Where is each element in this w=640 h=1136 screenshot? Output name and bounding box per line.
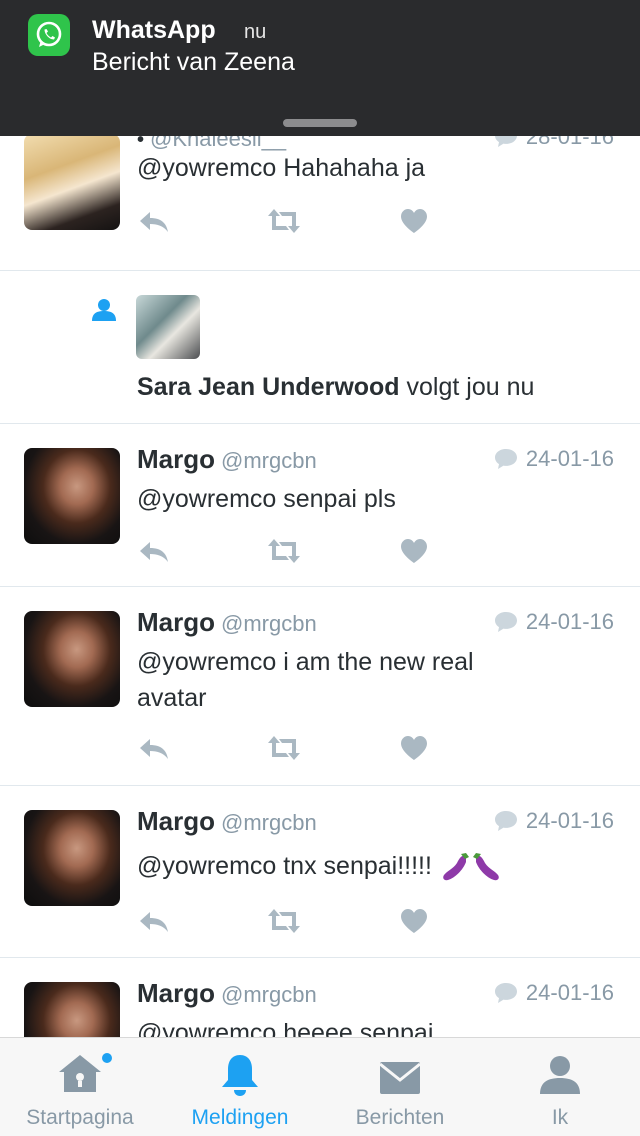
tweet-actions: [137, 536, 437, 566]
bell-icon: [222, 1055, 258, 1096]
follow-text: Sara Jean Underwood volgt jou nu: [137, 373, 534, 402]
tab-label: Startpagina: [26, 1106, 134, 1129]
reply-bubble-icon: [494, 612, 517, 632]
tweet-handle: @mrgcbn: [221, 982, 317, 1007]
tweet-text: @yowremco i am the new real avatar: [137, 648, 474, 712]
follower-avatar[interactable]: [136, 295, 200, 359]
tweet-author: Margo @mrgcbn: [137, 444, 317, 474]
eggplant-icon: [472, 853, 499, 881]
notifications-feed[interactable]: • @Khaleesii__ 28-01-16 @yowremco Hahahah…: [0, 136, 640, 1037]
reply-bubble-icon: [494, 983, 517, 1003]
tab-startpagina[interactable]: Startpagina: [0, 1038, 160, 1136]
tweet-text: @yowremco tnx senpai!!!!!: [137, 848, 607, 884]
notification-time: nu: [244, 21, 267, 43]
avatar[interactable]: [24, 982, 120, 1037]
envelope-icon: [379, 1062, 421, 1094]
reply-icon[interactable]: [137, 733, 171, 763]
avatar[interactable]: [24, 448, 120, 544]
notification-drag-handle[interactable]: [283, 119, 357, 127]
notification-message: Bericht van Zeena: [92, 48, 295, 76]
tweet-date: 24-01-16: [494, 980, 614, 1006]
tab-ik[interactable]: Ik: [480, 1038, 640, 1136]
whatsapp-notification-banner[interactable]: WhatsApp nu Bericht van Zeena: [0, 0, 640, 136]
tweet-handle: @mrgcbn: [221, 448, 317, 473]
retweet-icon[interactable]: [264, 906, 304, 936]
retweet-icon[interactable]: [264, 536, 304, 566]
follow-action-text: volgt jou nu: [406, 373, 535, 401]
tweet-item[interactable]: Margo @mrgcbn 24-01-16 @yowremco i am the…: [0, 587, 640, 786]
tweet-author: Margo @mrgcbn: [137, 607, 317, 637]
tab-bar: Startpagina Meldingen Berichten Ik: [0, 1037, 640, 1136]
notification-app-name: WhatsApp: [92, 16, 216, 44]
like-icon[interactable]: [399, 206, 429, 236]
tweet-handle: @mrgcbn: [221, 810, 317, 835]
tweet-actions: [137, 733, 437, 763]
tab-label: Berichten: [355, 1106, 445, 1129]
new-content-dot: [102, 1053, 112, 1063]
tweet-handle: @Khaleesii__: [150, 136, 287, 151]
reply-bubble-icon: [494, 811, 517, 831]
reply-bubble-icon: [494, 449, 517, 469]
follower-name[interactable]: Sara Jean Underwood: [137, 373, 400, 401]
tweet-handle: @mrgcbn: [221, 611, 317, 636]
home-icon: [59, 1055, 101, 1092]
tweet-date: 28-01-16: [494, 136, 614, 150]
tweet-item[interactable]: Margo @mrgcbn 24-01-16 @yowremco tnx senp…: [0, 786, 640, 958]
tweet-text: @yowremco senpai pls: [137, 485, 396, 513]
retweet-icon[interactable]: [264, 206, 304, 236]
tweet-item[interactable]: Margo @mrgcbn 24-01-16 @yowremco senpai p…: [0, 424, 640, 587]
tweet-item[interactable]: Margo @mrgcbn 24-01-16 @yowremco heeee se…: [0, 958, 640, 1037]
tab-label: Ik: [551, 1106, 569, 1129]
tweet-text: @yowremco Hahahaha ja: [137, 154, 426, 182]
like-icon[interactable]: [399, 733, 429, 763]
tweet-author: Margo @mrgcbn: [137, 978, 317, 1008]
tweet-date: 24-01-16: [494, 609, 614, 635]
person-icon: [540, 1056, 580, 1094]
tab-label: Meldingen: [191, 1106, 289, 1129]
avatar[interactable]: [24, 136, 120, 230]
reply-icon[interactable]: [137, 906, 171, 936]
follow-notification[interactable]: Sara Jean Underwood volgt jou nu: [0, 271, 640, 424]
whatsapp-icon: [28, 14, 70, 56]
tweet-date: 24-01-16: [494, 446, 614, 472]
tweet-actions: [137, 206, 437, 236]
reply-bubble-icon: [494, 136, 517, 147]
like-icon[interactable]: [399, 906, 429, 936]
tab-meldingen[interactable]: Meldingen: [160, 1038, 320, 1136]
like-icon[interactable]: [399, 536, 429, 566]
reply-icon[interactable]: [137, 536, 171, 566]
tweet-author: Margo @mrgcbn: [137, 806, 317, 836]
retweet-icon[interactable]: [264, 733, 304, 763]
eggplant-icon: [443, 853, 469, 881]
reply-icon[interactable]: [137, 206, 171, 236]
follower-icon: [92, 299, 116, 321]
tweet-text: @yowremco heeee senpai: [137, 1019, 434, 1037]
tweet-date: 24-01-16: [494, 808, 614, 834]
avatar[interactable]: [24, 611, 120, 707]
tab-berichten[interactable]: Berichten: [320, 1038, 480, 1136]
tweet-actions: [137, 906, 437, 936]
tweet-item[interactable]: • @Khaleesii__ 28-01-16 @yowremco Hahahah…: [0, 136, 640, 271]
avatar[interactable]: [24, 810, 120, 906]
